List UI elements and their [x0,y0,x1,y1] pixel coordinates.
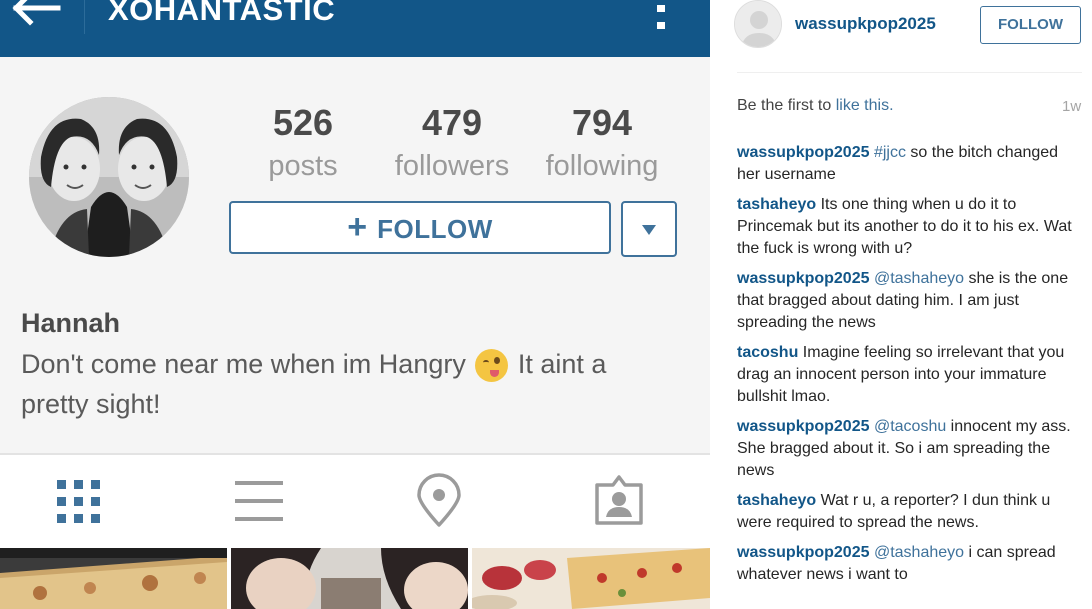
default-avatar-icon [735,1,781,47]
stat-posts[interactable]: 526 posts [233,100,373,186]
comment-mention[interactable]: @tashaheyo [874,544,964,561]
followers-label: followers [394,150,510,182]
tab-tagged[interactable] [559,455,679,547]
plus-icon: + [347,208,368,246]
comments-list: wassupkpop2025 #jjcc so the bitch change… [737,142,1082,594]
more-options-button[interactable] [650,2,672,32]
comment-mention[interactable]: @tacoshu [874,418,946,435]
post-grid [0,548,710,609]
caret-down-icon [642,225,656,235]
profile-name: Hannah [21,308,121,338]
post-author-username[interactable]: wassupkpop2025 [795,14,936,34]
post-thumbnail[interactable] [231,548,468,609]
tab-map[interactable] [379,455,499,547]
post-thumbnail[interactable] [0,548,227,609]
comment-username[interactable]: tashaheyo [737,196,816,213]
like-this-link[interactable]: like this. [836,97,894,114]
profile-screen: XOHANTASTIC 526 posts 479 followers 794 … [0,0,710,609]
comment-mention[interactable]: @tashaheyo [874,270,964,287]
following-count: 794 [571,102,633,143]
list-icon [235,481,283,521]
comment-username[interactable]: wassupkpop2025 [737,544,870,561]
avatar[interactable] [734,0,782,48]
comment-item: wassupkpop2025 @tacoshu innocent my ass.… [737,416,1082,482]
stat-following[interactable]: 794 following [532,100,672,186]
app-header: XOHANTASTIC [0,0,710,57]
tab-grid[interactable] [19,455,139,547]
follow-button[interactable]: + FOLLOW [229,201,611,254]
divider [737,72,1082,73]
location-pin-icon [417,473,461,527]
comment-item: tashaheyo Its one thing when u do it to … [737,194,1082,260]
follow-button[interactable]: FOLLOW [980,6,1081,44]
posts-label: posts [268,150,338,182]
comment-username[interactable]: wassupkpop2025 [737,270,870,287]
likes-prefix: Be the first to [737,97,836,114]
arrow-left-icon [12,0,61,26]
comment-username[interactable]: wassupkpop2025 [737,418,870,435]
grid-icon [57,480,100,523]
stat-followers[interactable]: 479 followers [382,100,522,186]
likes-line: Be the first to like this. [737,97,894,115]
followers-count: 479 [421,102,483,143]
bio-text-part-1: Don't come near me when im Hangry [21,349,474,379]
tagged-person-icon [595,475,643,525]
header-divider [84,0,85,34]
avatar[interactable] [29,97,189,257]
comment-item: wassupkpop2025 @tashaheyo i can spread w… [737,542,1082,586]
profile-view-tabs [0,455,710,547]
comment-hashtag[interactable]: #jjcc [874,144,906,161]
follow-button-label: FOLLOW [377,214,493,244]
comment-username[interactable]: tacoshu [737,344,798,361]
comment-item: tacoshu Imagine feeling so irrelevant th… [737,342,1082,408]
comment-item: wassupkpop2025 @tashaheyo she is the one… [737,268,1082,334]
following-label: following [545,150,659,182]
winking-face-with-tongue-emoji [475,349,509,383]
comment-item: tashaheyo Wat r u, a reporter? I dun thi… [737,490,1082,534]
post-timestamp: 1w [1062,98,1082,115]
posts-count: 526 [272,102,334,143]
comment-item: wassupkpop2025 #jjcc so the bitch change… [737,142,1082,186]
post-comments-panel: wassupkpop2025 FOLLOW Be the first to li… [710,0,1092,609]
back-button[interactable] [12,0,64,26]
profile-username-title: XOHANTASTIC [108,0,336,27]
comment-username[interactable]: wassupkpop2025 [737,144,870,161]
post-thumbnail[interactable] [472,548,710,609]
profile-bio: Don't come near me when im Hangry It ain… [21,344,661,424]
comment-username[interactable]: tashaheyo [737,492,816,509]
suggestions-dropdown-button[interactable] [621,201,677,257]
tab-list[interactable] [199,455,319,547]
more-vertical-icon [657,5,665,12]
